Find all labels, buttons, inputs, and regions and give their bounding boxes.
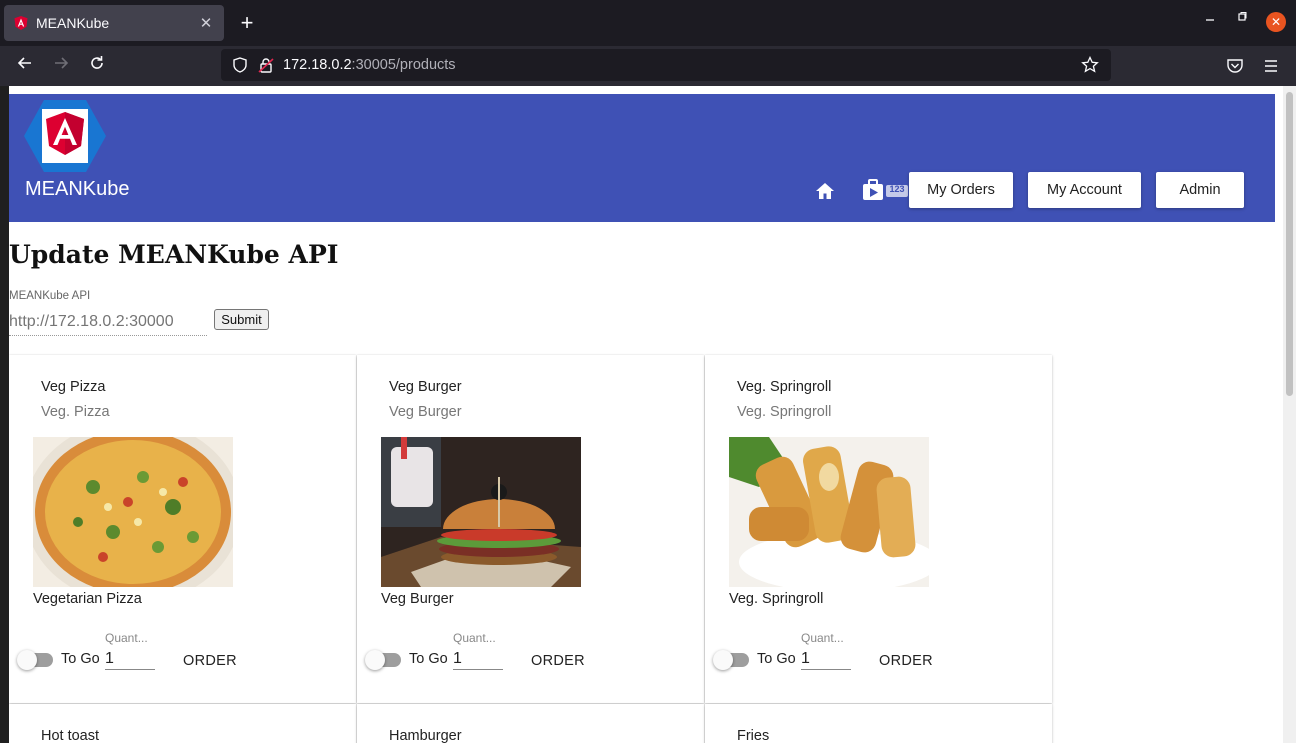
tab-close-icon[interactable]: ✕ [198, 14, 214, 32]
page-scrollbar[interactable] [1283, 86, 1296, 743]
tab-title: MEANKube [36, 15, 110, 31]
to-go-label: To Go [409, 651, 448, 667]
card-subtitle: Veg Burger [389, 404, 462, 420]
card-title: Fries [737, 728, 770, 743]
video-badge: 123 [889, 184, 905, 194]
product-card: Hamburger [357, 704, 704, 743]
scrollbar-thumb[interactable] [1286, 92, 1293, 396]
quantity-label: Quant... [453, 631, 496, 645]
card-title: Veg Burger [389, 379, 462, 395]
order-button[interactable]: ORDER [879, 653, 933, 669]
card-title: Hamburger [389, 728, 462, 743]
quantity-label: Quant... [105, 631, 148, 645]
to-go-label: To Go [61, 651, 100, 667]
insecure-lock-icon[interactable] [257, 56, 275, 74]
order-button[interactable]: ORDER [531, 653, 585, 669]
browser-nav-bar: 172.18.0.2:30005/products [0, 46, 1296, 86]
product-card: Veg Pizza Veg. Pizza Vegetarian Pizza To… [9, 355, 356, 703]
home-icon[interactable] [814, 180, 836, 202]
to-go-label: To Go [757, 651, 796, 667]
card-title: Hot toast [41, 728, 100, 743]
product-card: Veg Burger Veg Burger Veg Burger To Go Q… [357, 355, 704, 703]
product-card: Hot toast [9, 704, 356, 743]
submit-button[interactable]: Submit [214, 309, 269, 330]
forward-arrow-icon[interactable] [49, 54, 73, 78]
app-header: MEANKube 123 My Orders My Account Admin [9, 94, 1275, 222]
card-title: Veg Pizza [41, 379, 106, 395]
angular-favicon-icon [14, 16, 28, 30]
page-title: Update MEANKube API [9, 240, 339, 269]
minimize-icon[interactable] [1200, 10, 1220, 25]
quantity-input[interactable] [105, 648, 155, 670]
back-arrow-icon[interactable] [13, 54, 37, 78]
video-library-icon[interactable]: 123 [862, 179, 908, 201]
springroll-image [729, 437, 929, 587]
card-subtitle: Veg. Pizza [41, 404, 110, 420]
to-go-toggle[interactable] [365, 650, 401, 670]
url-bar[interactable]: 172.18.0.2:30005/products [221, 49, 1111, 81]
new-tab-button[interactable]: + [236, 12, 258, 34]
to-go-toggle[interactable] [713, 650, 749, 670]
card-description: Vegetarian Pizza [33, 591, 142, 607]
url-host: 172.18.0.2 [283, 57, 352, 73]
brand-name: MEANKube [25, 178, 130, 200]
card-title: Veg. Springroll [737, 379, 832, 395]
browser-tab-bar: MEANKube ✕ + ✕ [0, 0, 1296, 46]
window-close-icon[interactable]: ✕ [1266, 12, 1286, 32]
my-orders-button[interactable]: My Orders [909, 172, 1013, 208]
product-card: Fries [705, 704, 1052, 743]
my-account-button[interactable]: My Account [1028, 172, 1141, 208]
restore-icon[interactable] [1232, 11, 1252, 26]
pizza-image [33, 437, 233, 587]
shield-icon[interactable] [231, 56, 249, 74]
url-path: :30005/products [351, 57, 456, 73]
product-card: Veg. Springroll Veg. Springroll Veg. Spr… [705, 355, 1052, 703]
card-description: Veg. Springroll [729, 591, 824, 607]
burger-image [381, 437, 581, 587]
menu-hamburger-icon[interactable] [1262, 57, 1280, 75]
bookmark-star-icon[interactable] [1081, 55, 1099, 79]
api-url-input[interactable] [9, 308, 207, 336]
reload-icon[interactable] [85, 54, 109, 78]
pocket-icon[interactable] [1226, 57, 1244, 75]
angular-logo-icon [24, 100, 106, 172]
api-field-label: MEANKube API [9, 290, 91, 302]
card-description: Veg Burger [381, 591, 454, 607]
quantity-input[interactable] [453, 648, 503, 670]
browser-tab[interactable]: MEANKube ✕ [4, 5, 224, 41]
card-subtitle: Veg. Springroll [737, 404, 832, 420]
page-viewport: MEANKube 123 My Orders My Account Admin … [9, 86, 1296, 743]
order-button[interactable]: ORDER [183, 653, 237, 669]
to-go-toggle[interactable] [17, 650, 53, 670]
admin-button[interactable]: Admin [1156, 172, 1244, 208]
quantity-input[interactable] [801, 648, 851, 670]
quantity-label: Quant... [801, 631, 844, 645]
